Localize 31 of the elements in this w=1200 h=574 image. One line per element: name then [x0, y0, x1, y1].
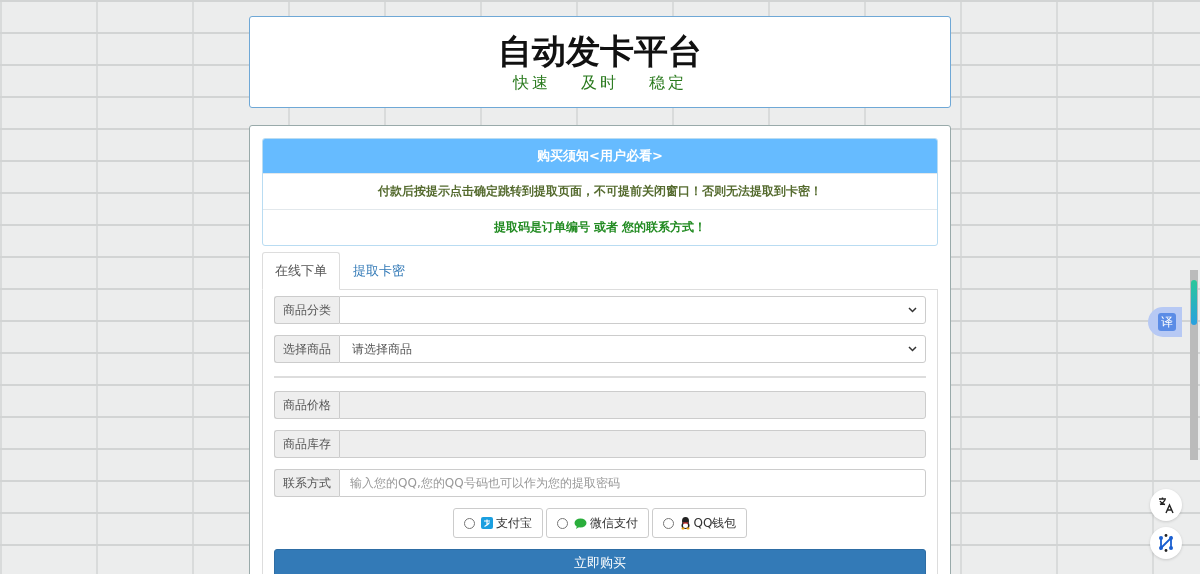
- select-field[interactable]: [339, 296, 926, 324]
- slogan: 及时: [581, 72, 619, 94]
- penguin-icon: [679, 516, 691, 530]
- payment-option[interactable]: 支付宝: [452, 508, 543, 538]
- scrollbar-thumb[interactable]: [1191, 280, 1197, 325]
- notice-text: 付款后按提示点击确定跳转到提取页面，不可提前关闭窗口！否则无法提取到卡密！: [263, 173, 937, 209]
- radio-button[interactable]: [662, 517, 674, 529]
- buy-button[interactable]: 立即购买: [274, 549, 926, 574]
- field-label: 选择商品: [274, 335, 339, 363]
- notice-title: 购买须知<用户必看>: [263, 139, 937, 173]
- input-field[interactable]: 输入您的QQ,您的QQ号码也可以作为您的提取密码: [339, 469, 926, 497]
- translate-icon: [1157, 496, 1175, 514]
- field-label: 商品分类: [274, 296, 339, 324]
- slogan: 稳定: [649, 72, 687, 94]
- radio-button[interactable]: [556, 517, 568, 529]
- field-label: 商品库存: [274, 430, 339, 458]
- payment-option[interactable]: 微信支付: [545, 508, 649, 538]
- field-label: 商品价格: [274, 391, 339, 419]
- node-graph-icon: [1157, 534, 1175, 552]
- radio-button[interactable]: [463, 517, 475, 529]
- chevron-down-icon: [908, 346, 917, 352]
- field-label: 联系方式: [274, 469, 339, 497]
- chat-bubble-icon: [573, 517, 587, 529]
- notice-text: 提取码是订单编号 或者 您的联系方式！: [263, 209, 937, 245]
- site-title: 自动发卡平台: [498, 30, 702, 71]
- payment-option[interactable]: QQ钱包: [651, 508, 748, 538]
- tab[interactable]: 在线下单: [262, 252, 340, 290]
- tab[interactable]: 提取卡密: [340, 252, 418, 290]
- select-field[interactable]: 请选择商品: [339, 335, 926, 363]
- chevron-down-icon: [908, 307, 917, 313]
- slogan: 快速: [513, 72, 551, 94]
